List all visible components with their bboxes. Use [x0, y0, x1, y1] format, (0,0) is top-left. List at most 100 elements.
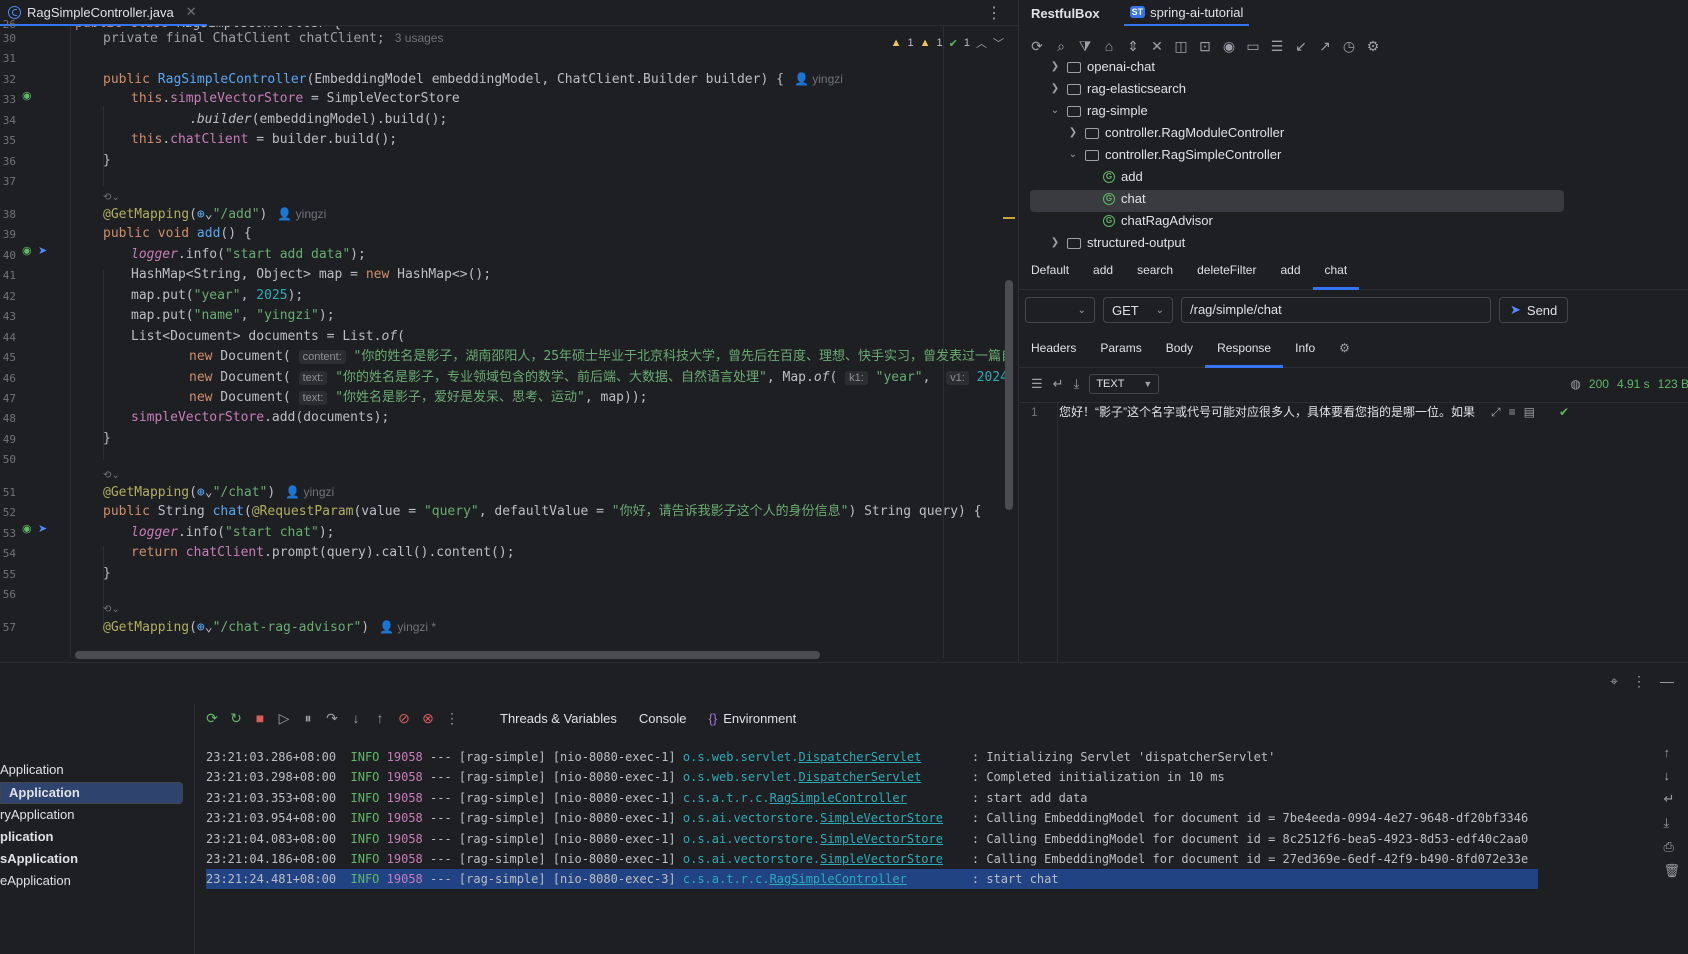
- log-line[interactable]: 23:21:03.286+08:00 INFO 19058 --- [rag-s…: [206, 747, 1538, 767]
- wrap-icon[interactable]: ↵: [1053, 376, 1064, 392]
- indent-icon[interactable]: ☰: [1031, 376, 1043, 392]
- tree-item-chat-rag-advisor[interactable]: GchatRagAdvisor: [1103, 210, 1213, 232]
- tab-environment[interactable]: {} Environment: [709, 711, 797, 726]
- console-output[interactable]: 23:21:03.286+08:00 INFO 19058 --- [rag-s…: [200, 735, 1538, 954]
- tab-add-2[interactable]: add: [1268, 258, 1312, 290]
- code-line[interactable]: List<Document> documents = List.of(: [131, 327, 405, 347]
- locate-icon[interactable]: ⊡: [1197, 38, 1213, 55]
- code-line[interactable]: logger.info("start chat");: [131, 523, 335, 543]
- tab-chat[interactable]: chat: [1312, 258, 1360, 290]
- send-button[interactable]: ➤ Send: [1499, 297, 1569, 323]
- code-line[interactable]: map.put("year", 2025);: [131, 286, 303, 306]
- trash-icon[interactable]: 🗑: [1663, 863, 1680, 879]
- environment-select[interactable]: ⌄: [1025, 297, 1095, 323]
- export-icon[interactable]: ↗: [1317, 38, 1333, 55]
- tab-console[interactable]: Console: [639, 711, 687, 726]
- code-line[interactable]: @GetMapping(⊕⌄"/chat-rag-advisor") 👤 ying…: [103, 617, 436, 637]
- log-line[interactable]: 23:21:24.481+08:00 INFO 19058 --- [rag-s…: [206, 869, 1538, 889]
- filter-icon[interactable]: ⧩: [1077, 38, 1093, 55]
- settings-icon[interactable]: ⚙: [1365, 38, 1381, 55]
- bean-icon[interactable]: ◉: [22, 244, 32, 257]
- crosshair-icon[interactable]: ⌖: [1610, 673, 1618, 690]
- code-line[interactable]: map.put("name", "yingzi");: [131, 306, 335, 326]
- restart-icon[interactable]: ↻: [229, 710, 243, 727]
- code-line[interactable]: logger.info("start add data");: [131, 245, 366, 265]
- tab-threads-variables[interactable]: Threads & Variables: [500, 711, 617, 726]
- code-line[interactable]: @GetMapping(⊕⌄"/chat") 👤 yingzi: [103, 482, 334, 502]
- vertical-scrollbar[interactable]: [1005, 280, 1013, 510]
- horizontal-scrollbar[interactable]: [75, 651, 820, 659]
- code-line[interactable]: this.simpleVectorStore = SimpleVectorSto…: [131, 89, 460, 109]
- fold-marker-icon[interactable]: ⟲⌄: [103, 600, 120, 620]
- code-editor[interactable]: RagSimpleController.java ✕ ⋮ ▲ 1 ▲ 1 ✔ 1 ︿ …: [0, 0, 1018, 662]
- log-line[interactable]: 23:21:03.298+08:00 INFO 19058 --- [rag-s…: [206, 767, 1538, 787]
- tab-delete-filter[interactable]: deleteFilter: [1185, 258, 1268, 290]
- chevron-right-icon[interactable]: ❯: [1049, 78, 1061, 100]
- tab-headers[interactable]: Headers: [1019, 334, 1088, 368]
- format-select[interactable]: TEXT ▼: [1089, 374, 1160, 394]
- app-item-selected[interactable]: Application: [0, 782, 183, 804]
- app-item[interactable]: ryApplication: [0, 804, 183, 826]
- code-line[interactable]: HashMap<String, Object> map = new HashMa…: [131, 265, 491, 285]
- code-line[interactable]: return chatClient.prompt(query).call().c…: [131, 543, 515, 563]
- tree-item-add[interactable]: Gadd: [1103, 166, 1143, 188]
- expand-all-icon[interactable]: ⇕: [1125, 38, 1141, 55]
- code-line[interactable]: public void add() {: [103, 224, 252, 244]
- expand-icon[interactable]: ⤢: [1491, 405, 1501, 420]
- history-icon[interactable]: ◷: [1341, 38, 1357, 55]
- refresh-icon[interactable]: ⟳: [1029, 38, 1045, 55]
- tab-params[interactable]: Params: [1088, 334, 1153, 368]
- search-icon[interactable]: ⌕: [1053, 38, 1069, 55]
- log-line[interactable]: 23:21:04.083+08:00 INFO 19058 --- [rag-s…: [206, 829, 1538, 849]
- project-tab[interactable]: ST spring-ai-tutorial: [1123, 0, 1250, 26]
- tree-item-chat[interactable]: Gchat: [1103, 188, 1146, 210]
- fold-marker-icon[interactable]: ⟲⌄: [103, 466, 120, 486]
- chevron-right-icon[interactable]: ❯: [1049, 56, 1061, 78]
- response-body[interactable]: 1 您好！“影子”这个名字或代号可能对应很多人，具体要看您指的是哪一位。如果 ⤢…: [1019, 402, 1688, 662]
- wrap-lines-icon[interactable]: ≡: [1509, 405, 1516, 420]
- gear-icon[interactable]: ⚙: [1327, 334, 1362, 368]
- app-item[interactable]: plication: [0, 826, 183, 848]
- code-line[interactable]: private final ChatClient chatClient; 3 us…: [103, 28, 443, 48]
- chevron-down-icon[interactable]: ⌄: [1049, 100, 1061, 122]
- code-area[interactable]: public class RagSimpleController {privat…: [70, 26, 1005, 658]
- http-method-select[interactable]: GET ⌄: [1103, 297, 1173, 323]
- pointer-icon[interactable]: ◉: [1221, 38, 1237, 55]
- bean-icon[interactable]: ◉: [22, 89, 32, 102]
- step-out-icon[interactable]: ↑: [373, 710, 387, 726]
- mute-breakpoints-icon[interactable]: ⊗: [421, 710, 435, 727]
- code-line[interactable]: this.chatClient = builder.build();: [131, 130, 397, 150]
- code-line[interactable]: }: [103, 429, 111, 449]
- minimize-icon[interactable]: —: [1660, 673, 1674, 690]
- request-icon[interactable]: ➤: [38, 522, 47, 535]
- collapse-all-icon[interactable]: ✕: [1149, 38, 1165, 55]
- code-line[interactable]: new Document( text: "你姓名是影子，爱好是发呆、思考、运动"…: [189, 388, 647, 408]
- response-text[interactable]: 您好！“影子”这个名字或代号可能对应很多人，具体要看您指的是哪一位。如果: [1059, 403, 1489, 421]
- copy-icon[interactable]: ▤: [1524, 405, 1535, 420]
- stop-icon[interactable]: ■: [253, 710, 267, 726]
- code-line[interactable]: new Document( text: "你的姓名是影子，专业领域包含的数学、前…: [189, 368, 1005, 388]
- tab-add[interactable]: add: [1081, 258, 1125, 290]
- tab-response[interactable]: Response: [1205, 334, 1284, 368]
- tree-item-rag-elasticsearch[interactable]: ❯ rag-elasticsearch: [1049, 78, 1186, 100]
- tag-icon[interactable]: ⌂: [1101, 38, 1117, 54]
- tree-item-structured-output[interactable]: ❯ structured-output: [1049, 232, 1185, 254]
- app-item[interactable]: Application: [0, 759, 183, 781]
- editor-file-tab[interactable]: RagSimpleController.java ✕: [0, 0, 207, 26]
- log-line[interactable]: 23:21:03.353+08:00 INFO 19058 --- [rag-s…: [206, 788, 1538, 808]
- scroll-to-end-icon[interactable]: ⤓: [1663, 815, 1680, 831]
- tree-item-simple-controller[interactable]: ⌄ controller.RagSimpleController: [1067, 144, 1282, 166]
- code-line[interactable]: }: [103, 151, 111, 171]
- code-line[interactable]: simpleVectorStore.add(documents);: [131, 408, 389, 428]
- bean-icon[interactable]: ◉: [22, 522, 32, 535]
- fold-marker-icon[interactable]: ⟲⌄: [103, 188, 120, 208]
- url-input[interactable]: /rag/simple/chat: [1181, 297, 1491, 323]
- app-item[interactable]: eApplication: [0, 870, 183, 892]
- step-into-icon[interactable]: ↓: [349, 710, 363, 726]
- database-icon[interactable]: ☰: [1269, 38, 1285, 55]
- split-view-icon[interactable]: ◫: [1173, 38, 1189, 55]
- soft-wrap-icon[interactable]: ↵: [1663, 791, 1680, 807]
- step-over-icon[interactable]: ↷: [325, 710, 339, 727]
- close-icon[interactable]: ✕: [186, 4, 197, 20]
- chevron-right-icon[interactable]: ❯: [1067, 122, 1079, 144]
